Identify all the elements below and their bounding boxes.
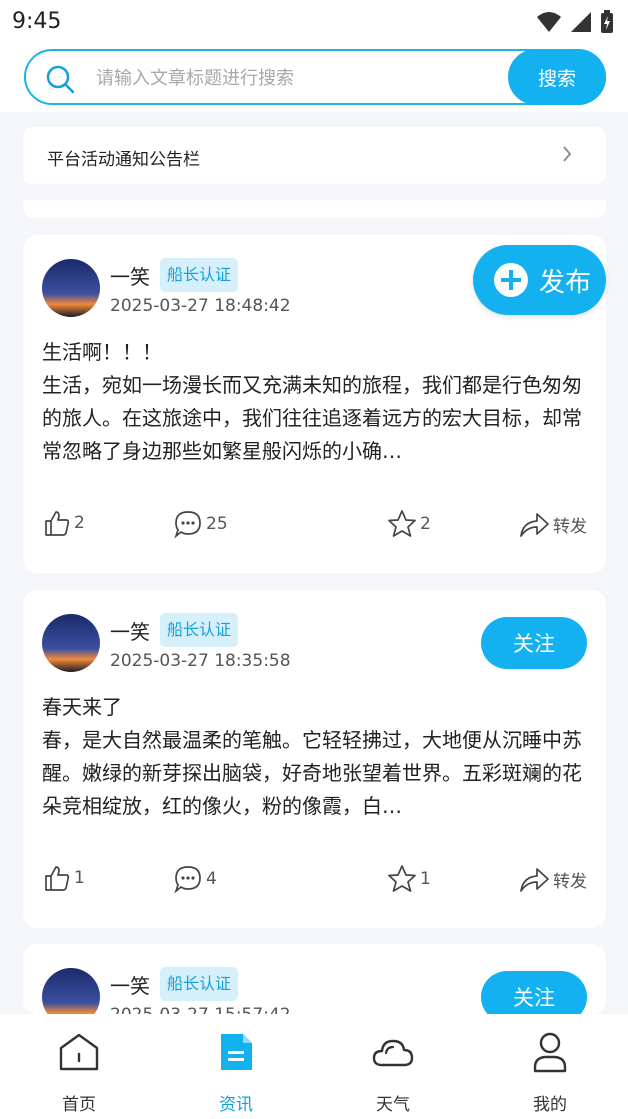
plus-circle-icon xyxy=(494,263,528,297)
notice-board[interactable]: 平台活动通知公告栏 xyxy=(23,127,606,184)
like-button[interactable]: 1 xyxy=(43,864,85,892)
post-body[interactable]: 生活，宛如一场漫长而又充满未知的旅程，我们都是行色匆匆的旅人。在这旅途中，我们往… xyxy=(42,369,592,468)
news-icon xyxy=(221,1034,252,1070)
search-box[interactable]: 搜索 xyxy=(24,49,606,105)
share-button[interactable]: 转发 xyxy=(518,509,587,539)
home-icon xyxy=(59,1033,99,1071)
tab-home[interactable]: 首页 xyxy=(29,1030,129,1115)
comment-icon xyxy=(174,511,201,539)
comment-button[interactable]: 4 xyxy=(173,864,217,894)
tab-profile[interactable]: 我的 xyxy=(500,1030,600,1115)
status-time: 9:45 xyxy=(12,9,62,34)
banner-strip xyxy=(23,200,606,218)
post-title[interactable]: 生活啊！！！ xyxy=(42,336,162,365)
like-icon xyxy=(45,866,70,891)
captain-badge: 船长认证 xyxy=(160,967,239,1001)
favorite-count: 1 xyxy=(420,869,431,889)
favorite-count: 2 xyxy=(420,514,431,534)
battery-icon xyxy=(601,10,613,33)
profile-icon xyxy=(533,1032,567,1073)
tab-label: 天气 xyxy=(376,1095,410,1115)
like-button[interactable]: 2 xyxy=(43,509,85,537)
star-icon xyxy=(388,510,416,537)
tab-label: 资讯 xyxy=(219,1095,253,1115)
share-label: 转发 xyxy=(553,871,587,892)
post-time: 2025-03-27 15:57:42 xyxy=(110,1005,291,1014)
status-bar: 9:45 xyxy=(0,0,628,44)
search-bar: 搜索 xyxy=(0,44,628,112)
avatar[interactable] xyxy=(42,968,100,1014)
search-input[interactable] xyxy=(96,63,496,93)
post-body[interactable]: 春，是大自然最温柔的笔触。它轻轻拂过，大地便从沉睡中苏醒。嫩绿的新芽探出脑袋，好… xyxy=(42,724,592,823)
avatar[interactable] xyxy=(42,259,100,317)
status-icons xyxy=(536,10,614,34)
captain-badge: 船长认证 xyxy=(160,613,239,647)
publish-label: 发布 xyxy=(539,267,592,298)
share-icon xyxy=(520,513,549,537)
like-count: 2 xyxy=(74,513,85,533)
notice-label: 平台活动通知公告栏 xyxy=(47,150,200,170)
share-button[interactable]: 转发 xyxy=(518,864,587,894)
star-icon xyxy=(388,865,416,892)
comment-count: 25 xyxy=(206,514,228,534)
publish-button[interactable]: 发布 xyxy=(473,245,606,315)
share-icon xyxy=(520,868,549,892)
chevron-right-icon xyxy=(563,146,572,162)
tab-label: 我的 xyxy=(533,1095,567,1115)
author-name[interactable]: 一笑 xyxy=(110,616,150,645)
author-name[interactable]: 一笑 xyxy=(110,970,150,999)
follow-button[interactable]: 关注 xyxy=(481,971,587,1014)
comment-icon xyxy=(174,866,201,894)
post-title[interactable]: 春天来了 xyxy=(42,691,122,720)
post-card[interactable]: 一笑 船长认证 2025-03-27 15:57:42 关注 xyxy=(23,944,606,1014)
tab-label: 首页 xyxy=(62,1095,96,1115)
tab-news[interactable]: 资讯 xyxy=(186,1030,286,1115)
post-card[interactable]: 一笑 船长认证 2025-03-27 18:35:58 关注 春天来了 春，是大… xyxy=(23,590,606,928)
post-time: 2025-03-27 18:35:58 xyxy=(110,651,291,671)
weather-icon xyxy=(372,1039,414,1067)
post-actions: 2 25 2 转发 xyxy=(23,509,606,549)
post-time: 2025-03-27 18:48:42 xyxy=(110,296,291,316)
tab-weather[interactable]: 天气 xyxy=(343,1030,443,1115)
signal-icon xyxy=(571,12,591,32)
captain-badge: 船长认证 xyxy=(160,258,239,292)
wifi-icon xyxy=(537,12,561,32)
avatar[interactable] xyxy=(42,614,100,672)
favorite-button[interactable]: 2 xyxy=(387,509,431,539)
search-button[interactable]: 搜索 xyxy=(508,49,606,105)
like-icon xyxy=(45,511,70,536)
share-label: 转发 xyxy=(553,516,587,537)
bottom-tab-bar: 首页 资讯 天气 我的 xyxy=(0,1014,628,1119)
follow-button[interactable]: 关注 xyxy=(481,617,587,669)
comment-count: 4 xyxy=(206,869,217,889)
favorite-button[interactable]: 1 xyxy=(387,864,431,894)
like-count: 1 xyxy=(74,868,85,888)
search-icon xyxy=(46,65,75,94)
comment-button[interactable]: 25 xyxy=(173,509,228,539)
author-name[interactable]: 一笑 xyxy=(110,261,150,290)
post-actions: 1 4 1 转发 xyxy=(23,864,606,904)
